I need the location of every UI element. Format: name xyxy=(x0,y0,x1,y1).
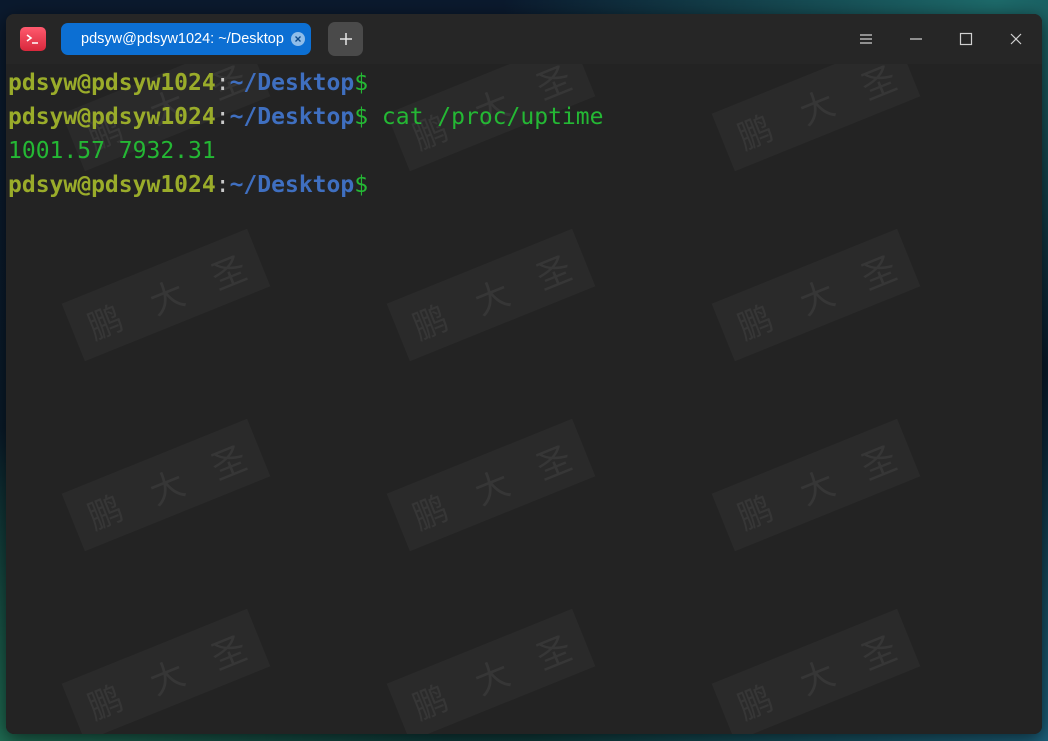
maximize-icon xyxy=(959,32,973,46)
minimize-icon xyxy=(910,38,922,40)
terminal-line: pdsyw@pdsyw1024:~/Desktop$ xyxy=(8,168,368,202)
watermark-char: 圣 xyxy=(855,628,903,679)
prompt-separator: : xyxy=(215,104,230,130)
prompt-symbol: $ xyxy=(354,70,369,96)
prompt-path: ~/Desktop xyxy=(229,104,355,130)
watermark-char: 鹏 xyxy=(407,298,454,349)
maximize-button[interactable] xyxy=(953,26,979,52)
prompt-path: ~/Desktop xyxy=(229,172,355,198)
terminal-line: pdsyw@pdsyw1024:~/Desktop$ xyxy=(8,66,368,100)
watermark-char: 鹏 xyxy=(732,108,779,159)
watermark-char: 大 xyxy=(144,273,191,324)
prompt-separator: : xyxy=(215,70,230,96)
watermark-char: 大 xyxy=(469,653,516,704)
watermark-char: 圣 xyxy=(855,248,903,299)
watermark-char: 鹏 xyxy=(407,488,454,539)
watermark-char: 鹏 xyxy=(82,298,129,349)
watermark-char: 大 xyxy=(794,653,841,704)
watermark-char: 圣 xyxy=(855,438,903,489)
prompt-symbol: $ xyxy=(354,172,369,198)
watermark-tile: 鹏大圣 xyxy=(712,229,921,361)
watermark-char: 圣 xyxy=(530,248,578,299)
hamburger-menu-icon xyxy=(860,34,872,44)
watermark-char: 鹏 xyxy=(732,298,779,349)
watermark-tile: 鹏大圣 xyxy=(62,419,271,551)
tab-close-icon[interactable] xyxy=(291,32,305,46)
watermark-tile: 鹏大圣 xyxy=(387,229,596,361)
minimize-button[interactable] xyxy=(903,26,929,52)
prompt-symbol: $ xyxy=(354,104,369,130)
watermark-tile: 鹏大圣 xyxy=(387,609,596,734)
new-tab-button[interactable] xyxy=(328,22,363,56)
watermark-char: 鹏 xyxy=(82,488,129,539)
watermark-tile: 鹏大圣 xyxy=(387,419,596,551)
watermark-char: 圣 xyxy=(855,64,903,109)
close-icon xyxy=(1010,33,1022,45)
watermark-char: 圣 xyxy=(205,438,253,489)
command-output: 1001.57 7932.31 xyxy=(8,138,216,164)
prompt-user: pdsyw@pdsyw1024 xyxy=(8,70,216,96)
tab-title: pdsyw@pdsyw1024: ~/Desktop xyxy=(81,31,284,47)
terminal-line: pdsyw@pdsyw1024:~/Desktop$ cat /proc/upt… xyxy=(8,100,603,134)
watermark-tile: 鹏大圣 xyxy=(712,419,921,551)
prompt-separator: : xyxy=(215,172,230,198)
watermark-tile: 鹏大圣 xyxy=(62,609,271,734)
terminal-window: pdsyw@pdsyw1024: ~/Desktop 鹏 大 圣 鹏 大 圣 鹏… xyxy=(6,14,1042,734)
watermark-char: 大 xyxy=(469,273,516,324)
menu-button[interactable] xyxy=(853,26,879,52)
watermark-char: 圣 xyxy=(205,248,253,299)
plus-icon xyxy=(339,33,352,45)
watermark-char: 大 xyxy=(144,463,191,514)
watermark-char: 圣 xyxy=(205,628,253,679)
terminal-area[interactable]: 鹏大圣鹏大圣鹏大圣鹏大圣鹏大圣鹏大圣鹏大圣鹏大圣鹏大圣鹏大圣鹏大圣鹏大圣 pds… xyxy=(6,64,1042,734)
watermark-char: 鹏 xyxy=(82,678,129,729)
watermark-char: 大 xyxy=(469,463,516,514)
terminal-icon xyxy=(20,27,46,51)
watermark-char: 圣 xyxy=(530,628,578,679)
watermark-char: 鹏 xyxy=(407,678,454,729)
prompt-path: ~/Desktop xyxy=(229,70,355,96)
terminal-line: 1001.57 7932.31 xyxy=(8,134,216,168)
watermark-char: 鹏 xyxy=(732,488,779,539)
watermark-tile: 鹏大圣 xyxy=(712,64,921,171)
watermark-char: 大 xyxy=(794,273,841,324)
title-bar[interactable]: pdsyw@pdsyw1024: ~/Desktop xyxy=(6,14,1042,64)
prompt-user: pdsyw@pdsyw1024 xyxy=(8,104,216,130)
watermark-char: 大 xyxy=(794,83,841,134)
watermark-char: 圣 xyxy=(530,438,578,489)
command-text: cat /proc/uptime xyxy=(368,104,604,130)
prompt-user: pdsyw@pdsyw1024 xyxy=(8,172,216,198)
watermark-tile: 鹏大圣 xyxy=(712,609,921,734)
tab-active[interactable]: pdsyw@pdsyw1024: ~/Desktop xyxy=(61,23,311,55)
watermark-tile: 鹏大圣 xyxy=(62,229,271,361)
watermark-char: 鹏 xyxy=(732,678,779,729)
watermark-char: 大 xyxy=(144,653,191,704)
watermark-char: 大 xyxy=(794,463,841,514)
close-button[interactable] xyxy=(1003,26,1029,52)
